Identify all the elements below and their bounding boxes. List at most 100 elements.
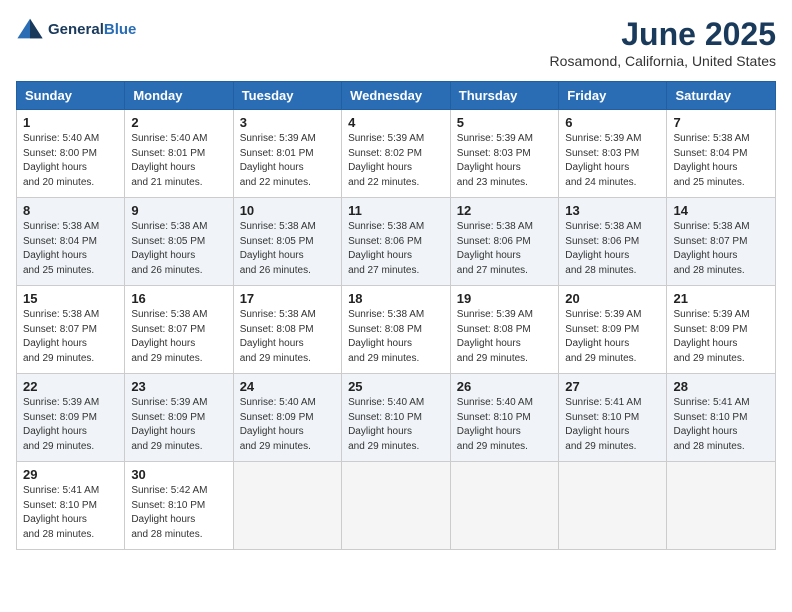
day-number: 19 bbox=[457, 291, 553, 306]
day-info: Sunrise: 5:38 AM Sunset: 8:07 PM Dayligh… bbox=[673, 220, 769, 278]
table-row: 5 Sunrise: 5:39 AM Sunset: 8:03 PM Dayli… bbox=[450, 110, 559, 198]
table-row: 15 Sunrise: 5:38 AM Sunset: 8:07 PM Dayl… bbox=[17, 286, 125, 374]
table-row: 2 Sunrise: 5:40 AM Sunset: 8:01 PM Dayli… bbox=[125, 110, 233, 198]
day-number: 1 bbox=[23, 115, 118, 130]
col-tuesday: Tuesday bbox=[233, 82, 341, 110]
day-number: 5 bbox=[457, 115, 553, 130]
day-info: Sunrise: 5:40 AM Sunset: 8:09 PM Dayligh… bbox=[240, 396, 335, 454]
day-number: 24 bbox=[240, 379, 335, 394]
table-row: 28 Sunrise: 5:41 AM Sunset: 8:10 PM Dayl… bbox=[667, 374, 776, 462]
logo-blue-text: Blue bbox=[104, 21, 137, 38]
day-info: Sunrise: 5:41 AM Sunset: 8:10 PM Dayligh… bbox=[673, 396, 769, 454]
day-number: 17 bbox=[240, 291, 335, 306]
table-row: 21 Sunrise: 5:39 AM Sunset: 8:09 PM Dayl… bbox=[667, 286, 776, 374]
table-row bbox=[559, 462, 667, 550]
col-wednesday: Wednesday bbox=[342, 82, 451, 110]
day-info: Sunrise: 5:39 AM Sunset: 8:03 PM Dayligh… bbox=[565, 132, 660, 190]
day-info: Sunrise: 5:38 AM Sunset: 8:08 PM Dayligh… bbox=[348, 308, 444, 366]
col-saturday: Saturday bbox=[667, 82, 776, 110]
day-number: 3 bbox=[240, 115, 335, 130]
table-row: 13 Sunrise: 5:38 AM Sunset: 8:06 PM Dayl… bbox=[559, 198, 667, 286]
day-info: Sunrise: 5:40 AM Sunset: 8:00 PM Dayligh… bbox=[23, 132, 118, 190]
table-row: 29 Sunrise: 5:41 AM Sunset: 8:10 PM Dayl… bbox=[17, 462, 125, 550]
logo-text: GeneralBlue bbox=[48, 22, 136, 39]
calendar-week-row: 29 Sunrise: 5:41 AM Sunset: 8:10 PM Dayl… bbox=[17, 462, 776, 550]
logo-general: General bbox=[48, 21, 104, 38]
day-number: 8 bbox=[23, 203, 118, 218]
table-row bbox=[667, 462, 776, 550]
calendar-week-row: 15 Sunrise: 5:38 AM Sunset: 8:07 PM Dayl… bbox=[17, 286, 776, 374]
day-info: Sunrise: 5:40 AM Sunset: 8:10 PM Dayligh… bbox=[348, 396, 444, 454]
table-row: 20 Sunrise: 5:39 AM Sunset: 8:09 PM Dayl… bbox=[559, 286, 667, 374]
table-row: 18 Sunrise: 5:38 AM Sunset: 8:08 PM Dayl… bbox=[342, 286, 451, 374]
day-info: Sunrise: 5:42 AM Sunset: 8:10 PM Dayligh… bbox=[131, 484, 226, 542]
day-number: 14 bbox=[673, 203, 769, 218]
day-number: 27 bbox=[565, 379, 660, 394]
day-info: Sunrise: 5:38 AM Sunset: 8:07 PM Dayligh… bbox=[131, 308, 226, 366]
table-row: 9 Sunrise: 5:38 AM Sunset: 8:05 PM Dayli… bbox=[125, 198, 233, 286]
day-number: 23 bbox=[131, 379, 226, 394]
day-info: Sunrise: 5:39 AM Sunset: 8:09 PM Dayligh… bbox=[131, 396, 226, 454]
col-monday: Monday bbox=[125, 82, 233, 110]
table-row: 7 Sunrise: 5:38 AM Sunset: 8:04 PM Dayli… bbox=[667, 110, 776, 198]
day-number: 10 bbox=[240, 203, 335, 218]
day-info: Sunrise: 5:38 AM Sunset: 8:06 PM Dayligh… bbox=[565, 220, 660, 278]
table-row: 19 Sunrise: 5:39 AM Sunset: 8:08 PM Dayl… bbox=[450, 286, 559, 374]
day-number: 11 bbox=[348, 203, 444, 218]
table-row: 22 Sunrise: 5:39 AM Sunset: 8:09 PM Dayl… bbox=[17, 374, 125, 462]
table-row: 1 Sunrise: 5:40 AM Sunset: 8:00 PM Dayli… bbox=[17, 110, 125, 198]
day-number: 20 bbox=[565, 291, 660, 306]
month-title: June 2025 bbox=[550, 16, 776, 53]
day-number: 13 bbox=[565, 203, 660, 218]
table-row: 14 Sunrise: 5:38 AM Sunset: 8:07 PM Dayl… bbox=[667, 198, 776, 286]
table-row: 16 Sunrise: 5:38 AM Sunset: 8:07 PM Dayl… bbox=[125, 286, 233, 374]
col-sunday: Sunday bbox=[17, 82, 125, 110]
day-number: 7 bbox=[673, 115, 769, 130]
day-number: 16 bbox=[131, 291, 226, 306]
day-number: 12 bbox=[457, 203, 553, 218]
day-info: Sunrise: 5:39 AM Sunset: 8:09 PM Dayligh… bbox=[673, 308, 769, 366]
logo-icon bbox=[16, 16, 44, 44]
day-info: Sunrise: 5:39 AM Sunset: 8:08 PM Dayligh… bbox=[457, 308, 553, 366]
day-number: 15 bbox=[23, 291, 118, 306]
day-info: Sunrise: 5:41 AM Sunset: 8:10 PM Dayligh… bbox=[565, 396, 660, 454]
day-number: 21 bbox=[673, 291, 769, 306]
day-number: 22 bbox=[23, 379, 118, 394]
day-info: Sunrise: 5:38 AM Sunset: 8:06 PM Dayligh… bbox=[457, 220, 553, 278]
day-info: Sunrise: 5:38 AM Sunset: 8:08 PM Dayligh… bbox=[240, 308, 335, 366]
day-number: 25 bbox=[348, 379, 444, 394]
day-number: 29 bbox=[23, 467, 118, 482]
table-row: 8 Sunrise: 5:38 AM Sunset: 8:04 PM Dayli… bbox=[17, 198, 125, 286]
day-info: Sunrise: 5:39 AM Sunset: 8:01 PM Dayligh… bbox=[240, 132, 335, 190]
day-number: 6 bbox=[565, 115, 660, 130]
table-row bbox=[342, 462, 451, 550]
table-row: 27 Sunrise: 5:41 AM Sunset: 8:10 PM Dayl… bbox=[559, 374, 667, 462]
col-friday: Friday bbox=[559, 82, 667, 110]
calendar-week-row: 8 Sunrise: 5:38 AM Sunset: 8:04 PM Dayli… bbox=[17, 198, 776, 286]
day-info: Sunrise: 5:39 AM Sunset: 8:09 PM Dayligh… bbox=[23, 396, 118, 454]
day-info: Sunrise: 5:39 AM Sunset: 8:03 PM Dayligh… bbox=[457, 132, 553, 190]
day-number: 26 bbox=[457, 379, 553, 394]
day-number: 28 bbox=[673, 379, 769, 394]
page-header: GeneralBlue June 2025 Rosamond, Californ… bbox=[16, 16, 776, 69]
table-row bbox=[450, 462, 559, 550]
table-row: 24 Sunrise: 5:40 AM Sunset: 8:09 PM Dayl… bbox=[233, 374, 341, 462]
day-info: Sunrise: 5:38 AM Sunset: 8:04 PM Dayligh… bbox=[673, 132, 769, 190]
title-section: June 2025 Rosamond, California, United S… bbox=[550, 16, 776, 69]
day-info: Sunrise: 5:38 AM Sunset: 8:06 PM Dayligh… bbox=[348, 220, 444, 278]
table-row bbox=[233, 462, 341, 550]
day-info: Sunrise: 5:39 AM Sunset: 8:02 PM Dayligh… bbox=[348, 132, 444, 190]
col-thursday: Thursday bbox=[450, 82, 559, 110]
table-row: 25 Sunrise: 5:40 AM Sunset: 8:10 PM Dayl… bbox=[342, 374, 451, 462]
day-number: 4 bbox=[348, 115, 444, 130]
table-row: 12 Sunrise: 5:38 AM Sunset: 8:06 PM Dayl… bbox=[450, 198, 559, 286]
location: Rosamond, California, United States bbox=[550, 53, 776, 69]
day-info: Sunrise: 5:41 AM Sunset: 8:10 PM Dayligh… bbox=[23, 484, 118, 542]
day-info: Sunrise: 5:38 AM Sunset: 8:07 PM Dayligh… bbox=[23, 308, 118, 366]
day-info: Sunrise: 5:40 AM Sunset: 8:01 PM Dayligh… bbox=[131, 132, 226, 190]
table-row: 30 Sunrise: 5:42 AM Sunset: 8:10 PM Dayl… bbox=[125, 462, 233, 550]
table-row: 17 Sunrise: 5:38 AM Sunset: 8:08 PM Dayl… bbox=[233, 286, 341, 374]
logo: GeneralBlue bbox=[16, 16, 136, 44]
table-row: 10 Sunrise: 5:38 AM Sunset: 8:05 PM Dayl… bbox=[233, 198, 341, 286]
calendar-table: Sunday Monday Tuesday Wednesday Thursday… bbox=[16, 81, 776, 550]
